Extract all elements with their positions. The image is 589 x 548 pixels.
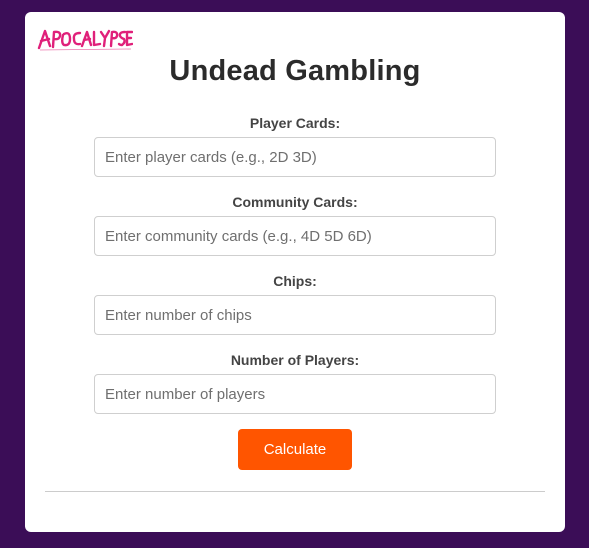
chips-input[interactable] bbox=[94, 295, 496, 335]
player-cards-label: Player Cards: bbox=[249, 115, 341, 131]
page-title: Undead Gambling bbox=[169, 55, 421, 87]
calculate-button[interactable]: Calculate bbox=[238, 429, 352, 470]
logo-graphic bbox=[37, 29, 133, 51]
divider bbox=[45, 491, 545, 492]
community-cards-input[interactable] bbox=[94, 216, 496, 256]
apocalypse-logo bbox=[37, 26, 133, 52]
main-card: Undead Gambling Player Cards: Community … bbox=[25, 12, 565, 532]
number-of-players-label: Number of Players: bbox=[230, 352, 360, 368]
number-of-players-input[interactable] bbox=[94, 374, 496, 414]
chips-label: Chips: bbox=[273, 273, 317, 289]
player-cards-input[interactable] bbox=[94, 137, 496, 177]
community-cards-label: Community Cards: bbox=[232, 194, 358, 210]
